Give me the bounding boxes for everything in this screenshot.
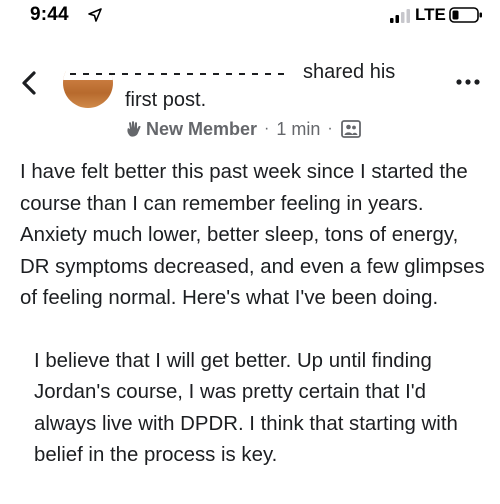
post-time[interactable]: 1 min (276, 119, 320, 140)
author-name-redacted[interactable] (70, 64, 290, 80)
post-body: I have felt better this past week since … (20, 157, 490, 472)
cellular-signal-icon (390, 9, 412, 23)
meta-separator-2: · (327, 120, 333, 137)
battery-icon (449, 7, 483, 23)
more-horizontal-icon[interactable] (455, 74, 481, 85)
waving-hand-icon (125, 120, 143, 138)
status-bar: 9:44 LTE (0, 0, 500, 34)
member-badge: New Member (146, 118, 258, 139)
status-time: 9:44 (30, 4, 69, 25)
post-paragraph-2: I believe that I will get better. Up unt… (34, 349, 464, 467)
meta-separator: · (264, 120, 270, 137)
group-privacy-icon[interactable] (340, 120, 361, 138)
post-meta: New Member · 1 min · (125, 117, 361, 141)
post-paragraph-1: I have felt better this past week since … (20, 161, 491, 309)
network-label: LTE (415, 5, 446, 24)
headline-action: shared his (303, 61, 396, 83)
chevron-left-icon[interactable] (20, 70, 38, 96)
location-arrow-icon (88, 8, 102, 22)
headline-rest: first post. (125, 89, 207, 111)
